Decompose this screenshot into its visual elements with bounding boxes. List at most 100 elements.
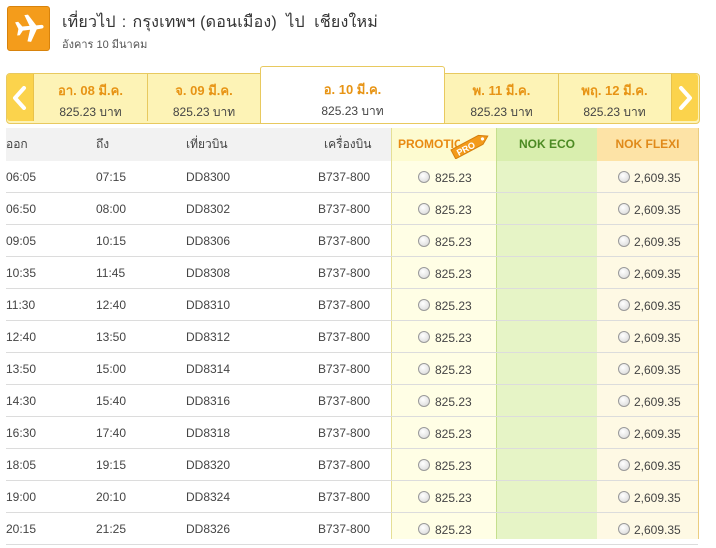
flexi-fare-radio[interactable] bbox=[618, 235, 630, 247]
aircraft-type: B737-800 bbox=[318, 522, 371, 536]
table-row: 06:05 07:15 DD8300 B737-800 825.23 2,609… bbox=[6, 161, 698, 193]
table-row: 09:05 10:15 DD8306 B737-800 825.23 2,609… bbox=[6, 225, 698, 257]
table-row: 06:50 08:00 DD8302 B737-800 825.23 2,609… bbox=[6, 193, 698, 225]
flight-number: DD8300 bbox=[186, 170, 231, 184]
depart-time: 09:05 bbox=[6, 234, 37, 248]
next-dates-button[interactable] bbox=[671, 74, 698, 121]
promo-fare-radio[interactable] bbox=[418, 331, 430, 343]
flexi-fare-radio[interactable] bbox=[618, 395, 630, 407]
chevron-left-icon bbox=[13, 86, 26, 110]
direction-label: เที่ยวไป bbox=[62, 14, 116, 31]
promo-fare-radio[interactable] bbox=[418, 267, 430, 279]
flexi-fare-price: 2,609.35 bbox=[634, 395, 681, 409]
date-tab-1[interactable]: อา. 08 มี.ค. 825.23 บาท bbox=[34, 74, 148, 121]
arrive-time: 08:00 bbox=[96, 202, 127, 216]
aircraft-type: B737-800 bbox=[318, 330, 371, 344]
promo-fare-price: 825.23 bbox=[435, 171, 472, 185]
flight-number: DD8310 bbox=[186, 298, 231, 312]
promo-fare-price: 825.23 bbox=[435, 331, 472, 345]
arrive-time: 12:40 bbox=[96, 298, 127, 312]
promo-fare-radio[interactable] bbox=[418, 171, 430, 183]
promo-fare-radio[interactable] bbox=[418, 235, 430, 247]
depart-time: 16:30 bbox=[6, 426, 37, 440]
aircraft-type: B737-800 bbox=[318, 266, 371, 280]
promo-fare-radio[interactable] bbox=[418, 491, 430, 503]
depart-time: 13:50 bbox=[6, 362, 37, 376]
promo-fare-radio[interactable] bbox=[418, 363, 430, 375]
arrive-time: 15:00 bbox=[96, 362, 127, 376]
flight-number: DD8308 bbox=[186, 266, 231, 280]
date-tab-date: อา. 08 มี.ค. bbox=[58, 83, 123, 98]
table-row: 16:30 17:40 DD8318 B737-800 825.23 2,609… bbox=[6, 417, 698, 449]
flexi-fare-radio[interactable] bbox=[618, 299, 630, 311]
promo-fare-radio[interactable] bbox=[418, 395, 430, 407]
flexi-fare-price: 2,609.35 bbox=[634, 171, 681, 185]
flexi-fare-radio[interactable] bbox=[618, 459, 630, 471]
table-row: 20:15 21:25 DD8326 B737-800 825.23 2,609… bbox=[6, 513, 698, 545]
promo-fare-price: 825.23 bbox=[435, 235, 472, 249]
flexi-fare-radio[interactable] bbox=[618, 363, 630, 375]
flexi-fare-radio[interactable] bbox=[618, 203, 630, 215]
flight-number: DD8302 bbox=[186, 202, 231, 216]
promo-fare-price: 825.23 bbox=[435, 427, 472, 441]
flight-number: DD8316 bbox=[186, 394, 231, 408]
destination-city: เชียงใหม่ bbox=[314, 14, 378, 31]
date-tab-4[interactable]: พ. 11 มี.ค. 825.23 บาท bbox=[445, 74, 559, 121]
flexi-fare-radio[interactable] bbox=[618, 267, 630, 279]
date-tab-date: จ. 09 มี.ค. bbox=[175, 83, 233, 98]
date-tab-price: 825.23 บาท bbox=[470, 105, 533, 119]
promo-fare-price: 825.23 bbox=[435, 363, 472, 377]
flight-number: DD8318 bbox=[186, 426, 231, 440]
to-label: ไป bbox=[286, 14, 305, 31]
date-tab-2[interactable]: จ. 09 มี.ค. 825.23 บาท bbox=[148, 74, 261, 121]
promo-fare-radio[interactable] bbox=[418, 523, 430, 535]
flexi-fare-price: 2,609.35 bbox=[634, 491, 681, 505]
table-row: 10:35 11:45 DD8308 B737-800 825.23 2,609… bbox=[6, 257, 698, 289]
flexi-fare-price: 2,609.35 bbox=[634, 427, 681, 441]
pro-badge-icon: PRO bbox=[450, 134, 489, 159]
flexi-fare-price: 2,609.35 bbox=[634, 331, 681, 345]
header-flight: เที่ยวบิน bbox=[186, 137, 228, 151]
depart-time: 06:05 bbox=[6, 170, 37, 184]
airplane-icon-box bbox=[7, 6, 50, 51]
flexi-fare-price: 2,609.35 bbox=[634, 523, 681, 537]
promo-fare-radio[interactable] bbox=[418, 459, 430, 471]
date-tab-date: อ. 10 มี.ค. bbox=[323, 82, 382, 97]
flexi-fare-radio[interactable] bbox=[618, 331, 630, 343]
flight-number: DD8314 bbox=[186, 362, 231, 376]
date-tab-price: 825.23 บาท bbox=[59, 105, 122, 119]
promo-fare-radio[interactable] bbox=[418, 299, 430, 311]
arrive-time: 17:40 bbox=[96, 426, 127, 440]
date-tab-date: พ. 11 มี.ค. bbox=[472, 83, 531, 98]
date-tab-5[interactable]: พฤ. 12 มี.ค. 825.23 บาท bbox=[559, 74, 670, 121]
flexi-fare-price: 2,609.35 bbox=[634, 203, 681, 217]
arrive-time: 21:25 bbox=[96, 522, 127, 536]
depart-time: 12:40 bbox=[6, 330, 37, 344]
title-separator: : bbox=[121, 14, 127, 31]
aircraft-type: B737-800 bbox=[318, 362, 371, 376]
flexi-fare-radio[interactable] bbox=[618, 491, 630, 503]
depart-time: 14:30 bbox=[6, 394, 37, 408]
flexi-fare-radio[interactable] bbox=[618, 171, 630, 183]
aircraft-type: B737-800 bbox=[318, 298, 371, 312]
arrive-time: 15:40 bbox=[96, 394, 127, 408]
date-tab-price: 825.23 บาท bbox=[172, 105, 236, 119]
date-tab-selected[interactable]: อ. 10 มี.ค. 825.23 บาท bbox=[260, 66, 445, 123]
flexi-fare-price: 2,609.35 bbox=[634, 363, 681, 377]
depart-time: 19:00 bbox=[6, 490, 37, 504]
aircraft-type: B737-800 bbox=[318, 458, 371, 472]
date-tab-date: พฤ. 12 มี.ค. bbox=[581, 83, 648, 98]
arrive-time: 10:15 bbox=[96, 234, 127, 248]
flight-number: DD8312 bbox=[186, 330, 231, 344]
promo-fare-price: 825.23 bbox=[435, 267, 472, 281]
promo-fare-radio[interactable] bbox=[418, 427, 430, 439]
table-row: 14:30 15:40 DD8316 B737-800 825.23 2,609… bbox=[6, 385, 698, 417]
prev-dates-button[interactable] bbox=[7, 74, 34, 121]
origin-city: กรุงเทพฯ (ดอนเมือง) bbox=[132, 14, 277, 31]
flexi-fare-radio[interactable] bbox=[618, 427, 630, 439]
flight-list: 06:05 07:15 DD8300 B737-800 825.23 2,609… bbox=[6, 161, 698, 545]
flexi-fare-radio[interactable] bbox=[618, 523, 630, 535]
table-row: 12:40 13:50 DD8312 B737-800 825.23 2,609… bbox=[6, 321, 698, 353]
promo-fare-radio[interactable] bbox=[418, 203, 430, 215]
route-title: เที่ยวไป: กรุงเทพฯ (ดอนเมือง) ไป เชียงใหม… bbox=[62, 10, 378, 35]
